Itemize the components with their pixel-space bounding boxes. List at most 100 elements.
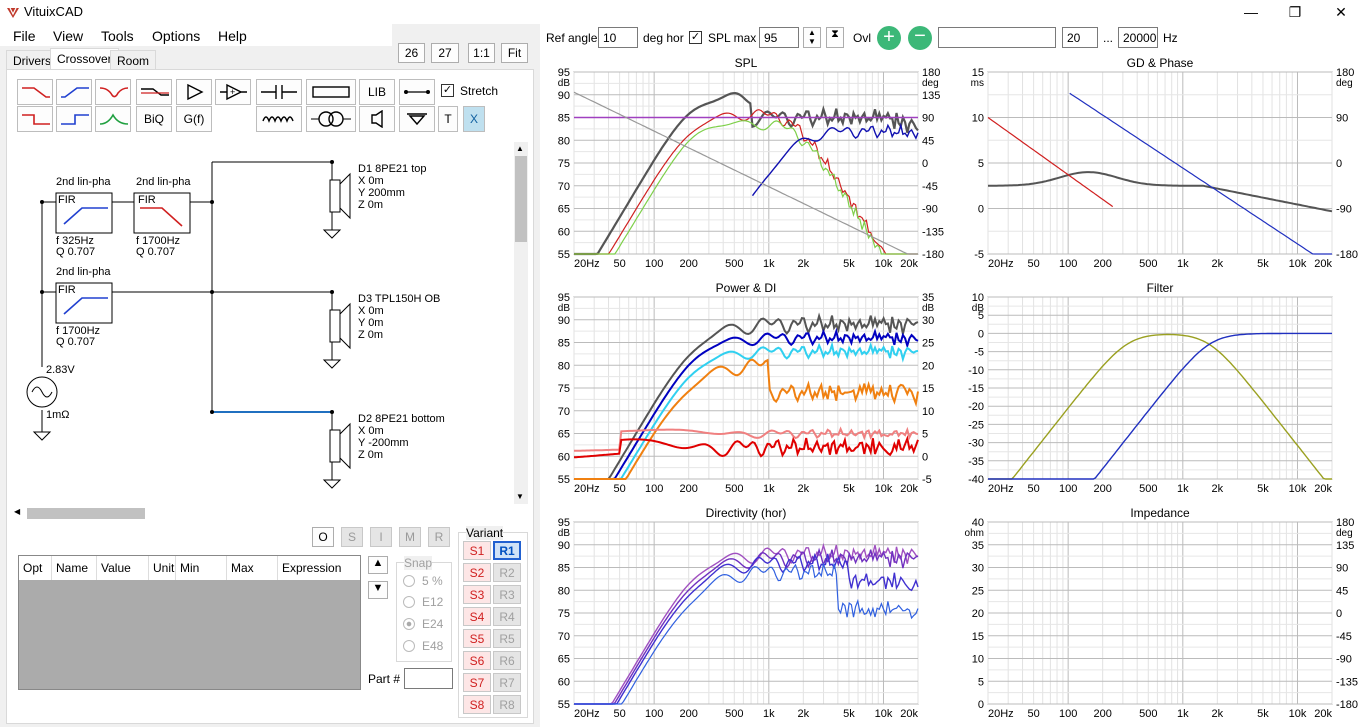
imp-chart[interactable]: Impedance 40 35 30 25 20 15 10 5 0 ohm 180 135 90 45 0-… xyxy=(960,506,1364,724)
driver-tool-button[interactable] xyxy=(359,106,395,132)
variant-s1-button[interactable]: S1 xyxy=(463,541,491,560)
col-value[interactable]: Value xyxy=(97,556,149,580)
notch-tool-button[interactable] xyxy=(95,79,131,105)
snap-radio-e48[interactable] xyxy=(403,640,415,652)
highpass-tool-button[interactable] xyxy=(56,79,92,105)
spl-max-checkbox[interactable]: ✓ xyxy=(689,31,702,44)
power-chart[interactable]: Power & DI 95 90 85 80 75 70 65 60 55 dB 35 30 25 20 15… xyxy=(546,281,958,495)
spl-spinner-icon[interactable]: ▲ ▼ xyxy=(803,27,821,48)
highpass1-tool-button[interactable] xyxy=(56,106,92,132)
variant-s8-button[interactable]: S8 xyxy=(463,695,491,714)
col-expression[interactable]: Expression xyxy=(278,556,358,580)
dir-chart[interactable]: Directivity (hor) 95 90 85 80 75 70 65 60 55 dB 20H… xyxy=(546,506,958,724)
source-resistance: 1mΩ xyxy=(46,409,70,421)
driver-symbol-d1[interactable] xyxy=(322,172,351,239)
col-max[interactable]: Max xyxy=(227,556,278,580)
capacitor-tool-button[interactable] xyxy=(256,79,302,105)
zoom-fit-button[interactable]: Fit xyxy=(501,43,528,63)
variant-s5-button[interactable]: S5 xyxy=(463,629,491,648)
schematic-canvas[interactable]: 2nd lin-pha FIR f 325Hz Q 0.707 2nd lin-… xyxy=(12,142,514,504)
buffer-tool-button[interactable] xyxy=(176,79,212,105)
variant-r1-button[interactable]: R1 xyxy=(493,541,521,560)
spl-auto-icon[interactable]: ⧗ xyxy=(826,27,844,48)
stretch-checkbox[interactable]: ✓ xyxy=(441,84,454,97)
tab-crossover[interactable]: Crossover xyxy=(50,48,119,70)
variant-r7-button[interactable]: R7 xyxy=(493,673,521,692)
gf-button[interactable]: G(f) xyxy=(176,106,212,132)
variant-r3-button[interactable]: R3 xyxy=(493,585,521,604)
close-button[interactable]: ✕ xyxy=(1318,0,1364,24)
scroll-down-icon[interactable]: ▼ xyxy=(516,492,524,501)
col-opt[interactable]: Opt xyxy=(19,556,52,580)
variant-r4-button[interactable]: R4 xyxy=(493,607,521,626)
ref-angle-input[interactable]: 10 xyxy=(598,27,638,48)
optimizer-table[interactable]: Opt Name Value Unit Min Max Expression xyxy=(18,555,361,690)
freq-from-input[interactable]: 20 xyxy=(1062,27,1098,48)
menu-file[interactable]: File xyxy=(13,28,36,44)
variant-s4-button[interactable]: S4 xyxy=(463,607,491,626)
opt-o-button[interactable]: O xyxy=(312,527,334,547)
variant-r2-button[interactable]: R2 xyxy=(493,563,521,582)
col-unit[interactable]: Unit xyxy=(149,556,176,580)
move-down-icon[interactable]: ▼ xyxy=(368,581,388,599)
resistor-tool-button[interactable] xyxy=(306,79,356,105)
variant-s2-button[interactable]: S2 xyxy=(463,563,491,582)
schematic-hscrollbar[interactable]: ◀ xyxy=(12,505,528,521)
menu-tools[interactable]: Tools xyxy=(101,28,134,44)
peak-tool-button[interactable] xyxy=(95,106,131,132)
opt-m-button[interactable]: M xyxy=(399,527,421,547)
driver-symbol-d2[interactable] xyxy=(322,422,351,489)
allpass-tool-button[interactable] xyxy=(136,79,172,105)
lowpass-tool-button[interactable] xyxy=(17,79,53,105)
zoom-value-1[interactable]: 26 xyxy=(398,43,425,63)
scroll-up-icon[interactable]: ▲ xyxy=(516,144,524,153)
zoom-value-2[interactable]: 27 xyxy=(431,43,459,63)
text-tool-button[interactable]: T xyxy=(438,106,458,132)
snap-radio-e12[interactable] xyxy=(403,596,415,608)
menu-help[interactable]: Help xyxy=(218,28,247,44)
hscroll-thumb[interactable] xyxy=(27,508,145,519)
add-overlay-icon[interactable]: + xyxy=(877,26,901,50)
spl-max-input[interactable]: 95 xyxy=(759,27,799,48)
restore-button[interactable]: ❐ xyxy=(1272,0,1318,24)
ground-tool-button[interactable] xyxy=(399,106,435,132)
part-input[interactable] xyxy=(404,668,453,689)
summing-amp-tool-button[interactable]: + xyxy=(215,79,251,105)
menu-options[interactable]: Options xyxy=(152,28,200,44)
schematic-vscrollbar[interactable]: ▲ ▼ xyxy=(514,142,528,504)
scroll-left-icon[interactable]: ◀ xyxy=(14,507,20,516)
snap-radio-5[interactable] xyxy=(403,575,415,587)
tab-room[interactable]: Room xyxy=(110,50,157,70)
library-button[interactable]: LIB xyxy=(359,79,395,105)
menu-view[interactable]: View xyxy=(53,28,83,44)
freq-to-input[interactable]: 20000 xyxy=(1118,27,1158,48)
variant-s3-button[interactable]: S3 xyxy=(463,585,491,604)
zoom-1-1-button[interactable]: 1:1 xyxy=(468,43,495,63)
variant-r5-button[interactable]: R5 xyxy=(493,629,521,648)
variant-r6-button[interactable]: R6 xyxy=(493,651,521,670)
wire-tool-button[interactable] xyxy=(399,79,435,105)
variant-s7-button[interactable]: S7 xyxy=(463,673,491,692)
transformer-tool-button[interactable] xyxy=(306,106,356,132)
variant-r8-button[interactable]: R8 xyxy=(493,695,521,714)
driver-symbol-d3[interactable] xyxy=(322,302,351,369)
overlay-name-input[interactable] xyxy=(938,27,1056,48)
col-name[interactable]: Name xyxy=(52,556,97,580)
minimize-button[interactable]: — xyxy=(1228,0,1274,24)
gd-chart[interactable]: GD & Phase 15 10 5 0 -5 ms 180 90 0 -90 -180 deg 20Hz… xyxy=(960,56,1364,274)
delete-tool-button[interactable]: X xyxy=(463,106,485,132)
spl-chart[interactable]: SPL 95 90 85 80 75 70 65 60 55 dB 180 135 90 45 0 -45 -90… xyxy=(546,56,958,274)
opt-s-button[interactable]: S xyxy=(341,527,363,547)
inductor-tool-button[interactable] xyxy=(256,106,302,132)
col-min[interactable]: Min xyxy=(176,556,227,580)
lowpass1-tool-button[interactable] xyxy=(17,106,53,132)
biquad-button[interactable]: BiQ xyxy=(136,106,172,132)
snap-radio-e24[interactable] xyxy=(403,618,415,630)
filter-chart[interactable]: Filter 10 5 0 -5 -10 -15 -20 -25 -30 -35 -40 dB 20Hz 5… xyxy=(960,281,1364,495)
move-up-icon[interactable]: ▲ xyxy=(368,556,388,574)
remove-overlay-icon[interactable]: − xyxy=(908,26,932,50)
vscroll-thumb[interactable] xyxy=(515,156,527,242)
opt-r-button[interactable]: R xyxy=(428,527,450,547)
variant-s6-button[interactable]: S6 xyxy=(463,651,491,670)
opt-i-button[interactable]: I xyxy=(370,527,392,547)
